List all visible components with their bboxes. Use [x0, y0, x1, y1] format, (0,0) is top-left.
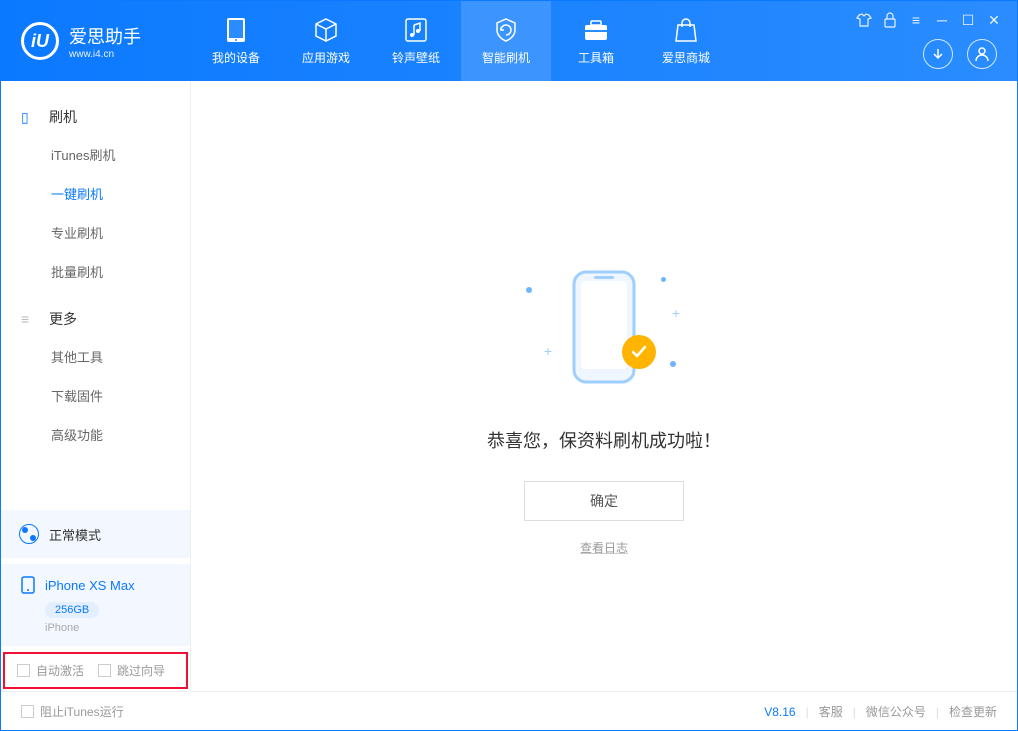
checkbox-icon [21, 705, 34, 718]
checkbox-label: 阻止iTunes运行 [40, 703, 124, 720]
music-note-icon [403, 17, 429, 43]
sidebar: ▯ 刷机 iTunes刷机 一键刷机 专业刷机 批量刷机 ≡ 更多 其他工具 下… [1, 81, 191, 691]
phone-outline-icon [569, 267, 639, 387]
success-illustration: + + [534, 257, 674, 397]
nav-my-device[interactable]: 我的设备 [191, 1, 281, 81]
app-subtitle: www.i4.cn [69, 49, 141, 60]
phone-icon [223, 17, 249, 43]
sidebar-item-download-firmware[interactable]: 下载固件 [1, 376, 190, 415]
ok-button[interactable]: 确定 [524, 481, 684, 521]
mode-label: 正常模式 [49, 525, 101, 544]
footer-link-wechat[interactable]: 微信公众号 [866, 703, 926, 720]
device-name: iPhone XS Max [45, 578, 135, 593]
mode-icon [19, 524, 39, 544]
minimize-icon[interactable]: ─ [933, 11, 951, 29]
device-capacity: 256GB [45, 602, 99, 618]
app-title: 爱思助手 [69, 23, 141, 49]
download-button[interactable] [923, 39, 953, 69]
lock-icon[interactable] [881, 11, 899, 29]
view-log-link[interactable]: 查看日志 [580, 539, 628, 556]
device-mode[interactable]: 正常模式 [1, 510, 190, 558]
sidebar-item-advanced[interactable]: 高级功能 [1, 415, 190, 454]
sidebar-item-other-tools[interactable]: 其他工具 [1, 337, 190, 376]
footer-link-update[interactable]: 检查更新 [949, 703, 997, 720]
checkbox-block-itunes[interactable]: 阻止iTunes运行 [21, 703, 124, 720]
device-info[interactable]: iPhone XS Max 256GB iPhone [1, 564, 190, 646]
checkbox-icon [98, 664, 111, 677]
success-message: 恭喜您，保资料刷机成功啦！ [487, 427, 721, 453]
nav-ringtones[interactable]: 铃声壁纸 [371, 1, 461, 81]
checkbox-label: 自动激活 [36, 662, 84, 679]
close-icon[interactable]: ✕ [985, 11, 1003, 29]
checkbox-skip-guide[interactable]: 跳过向导 [98, 662, 165, 679]
maximize-icon[interactable]: ☐ [959, 11, 977, 29]
nav-label: 工具箱 [578, 49, 614, 66]
shield-refresh-icon [493, 17, 519, 43]
top-nav: 我的设备 应用游戏 铃声壁纸 智能刷机 工具箱 爱思商城 [191, 1, 731, 81]
window-controls: ≡ ─ ☐ ✕ [855, 11, 1003, 29]
briefcase-icon [583, 17, 609, 43]
menu-icon[interactable]: ≡ [907, 11, 925, 29]
logo[interactable]: iU 爱思助手 www.i4.cn [1, 22, 191, 60]
user-button[interactable] [967, 39, 997, 69]
header: iU 爱思助手 www.i4.cn 我的设备 应用游戏 铃声壁纸 智能刷机 工具… [1, 1, 1017, 81]
checkbox-icon [17, 664, 30, 677]
footer: 阻止iTunes运行 V8.16 | 客服 | 微信公众号 | 检查更新 [1, 691, 1017, 731]
nav-label: 应用游戏 [302, 49, 350, 66]
checkbox-auto-activate[interactable]: 自动激活 [17, 662, 84, 679]
sidebar-item-batch-flash[interactable]: 批量刷机 [1, 252, 190, 291]
cube-icon [313, 17, 339, 43]
check-circle-icon [622, 335, 656, 369]
footer-link-service[interactable]: 客服 [819, 703, 843, 720]
sidebar-section-more[interactable]: ≡ 更多 [1, 301, 190, 337]
list-icon: ≡ [21, 311, 37, 327]
nav-label: 爱思商城 [662, 49, 710, 66]
nav-store[interactable]: 爱思商城 [641, 1, 731, 81]
nav-label: 铃声壁纸 [392, 49, 440, 66]
sidebar-section-flash[interactable]: ▯ 刷机 [1, 99, 190, 135]
logo-icon: iU [21, 22, 59, 60]
main-content: + + 恭喜您，保资料刷机成功啦！ 确定 查看日志 [191, 81, 1017, 691]
sidebar-item-onekey-flash[interactable]: 一键刷机 [1, 174, 190, 213]
tshirt-icon[interactable] [855, 11, 873, 29]
nav-toolbox[interactable]: 工具箱 [551, 1, 641, 81]
nav-label: 我的设备 [212, 49, 260, 66]
phone-icon [19, 576, 37, 594]
nav-smart-flash[interactable]: 智能刷机 [461, 1, 551, 81]
section-title: 更多 [49, 309, 77, 329]
version-label: V8.16 [764, 705, 795, 719]
nav-label: 智能刷机 [482, 49, 530, 66]
sidebar-item-pro-flash[interactable]: 专业刷机 [1, 213, 190, 252]
nav-apps-games[interactable]: 应用游戏 [281, 1, 371, 81]
checkbox-label: 跳过向导 [117, 662, 165, 679]
bag-icon [673, 17, 699, 43]
device-type: iPhone [45, 622, 172, 634]
sidebar-item-itunes-flash[interactable]: iTunes刷机 [1, 135, 190, 174]
phone-icon: ▯ [21, 109, 37, 126]
options-row: 自动激活 跳过向导 [3, 652, 188, 689]
section-title: 刷机 [49, 107, 77, 127]
